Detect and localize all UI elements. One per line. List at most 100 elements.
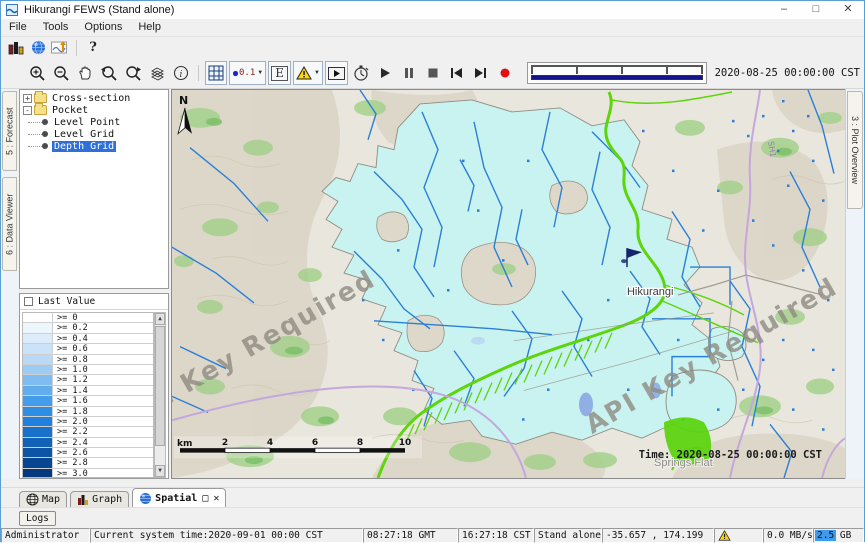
legend-row: >= 2.2 [23, 427, 153, 437]
skip-to-end-icon[interactable] [470, 61, 492, 85]
minimize-icon[interactable]: – [768, 1, 800, 19]
legend-row: >= 0.6 [23, 344, 153, 354]
main-toolbar: ? [1, 37, 864, 58]
status-warning-cell[interactable] [714, 528, 763, 543]
legend-row: >= 2.4 [23, 438, 153, 448]
pan-hand-icon[interactable] [74, 61, 96, 85]
svg-text:6: 6 [312, 438, 318, 448]
threshold-dropdown[interactable]: 0.1▼ [229, 61, 266, 85]
collapse-icon[interactable]: - [23, 106, 32, 115]
status-transfer-rate: 0.0 MB/s [763, 528, 813, 543]
svg-text:4: 4 [267, 438, 273, 448]
logs-button[interactable]: Logs [19, 511, 56, 526]
close-icon[interactable]: ✕ [832, 1, 864, 19]
globe-icon[interactable] [27, 38, 49, 57]
chevron-down-icon: ▼ [257, 70, 263, 76]
chevron-down-icon: ▼ [314, 70, 320, 76]
tab-forecast[interactable]: 5 : Forecast [2, 91, 17, 171]
expand-icon[interactable]: + [23, 94, 32, 103]
zoom-in-icon[interactable] [26, 61, 48, 85]
current-time-display: 2020-08-25 00:00:00 CST [713, 67, 864, 79]
tab-data-viewer[interactable]: 6 : Data Viewer [2, 177, 17, 271]
color-swatch [23, 355, 53, 364]
status-mode: Stand alone [534, 528, 602, 543]
window-title: Hikurangi FEWS (Stand alone) [24, 4, 174, 16]
tree-item-depth-grid[interactable]: Depth Grid [20, 140, 168, 152]
svg-text:2: 2 [222, 438, 228, 448]
pause-icon[interactable] [398, 61, 420, 85]
town-label: Hikurangi [627, 286, 673, 298]
tab-graph[interactable]: Graph [70, 491, 129, 507]
tab-plot-overview[interactable]: 3 : Plot Overview [847, 91, 863, 209]
color-swatch [23, 313, 53, 322]
legend-scrollbar[interactable]: ▲ ▼ [154, 312, 166, 478]
legend-row: >= 2.6 [23, 448, 153, 458]
menu-tools[interactable]: Tools [35, 19, 77, 36]
scroll-up-icon[interactable]: ▲ [155, 313, 165, 325]
scrollbar-thumb[interactable] [155, 326, 165, 446]
warning-icon [718, 530, 731, 541]
status-gmt-time: 08:27:18 GMT [363, 528, 458, 543]
legend-row: >= 2.0 [23, 417, 153, 427]
color-swatch [23, 427, 53, 436]
legend-toggle-button[interactable]: E [268, 61, 291, 85]
legend-header: Last Value [20, 294, 168, 310]
close-tab-icon[interactable]: ✕ [213, 493, 219, 504]
scroll-down-icon[interactable]: ▼ [155, 465, 165, 477]
warning-dropdown[interactable]: ▼ [293, 61, 323, 85]
tree-item-level-point[interactable]: Level Point [20, 116, 168, 128]
svg-text:8: 8 [357, 438, 363, 448]
svg-text:km: km [177, 439, 192, 449]
last-value-checkbox[interactable] [24, 297, 33, 306]
status-user: Administrator [1, 528, 90, 543]
record-icon[interactable] [494, 61, 516, 85]
layers-icon[interactable] [146, 61, 168, 85]
timeseries-icon[interactable] [49, 38, 71, 57]
tree-item-pocket[interactable]: - Pocket [20, 104, 168, 116]
tab-map[interactable]: Map [19, 491, 67, 507]
layer-tree: + Cross-section - Pocket Level Point [19, 89, 169, 289]
info-icon[interactable]: i [170, 61, 192, 85]
undock-icon[interactable]: □ [202, 493, 208, 504]
app-icon [6, 4, 18, 16]
timeline-slider[interactable] [527, 62, 707, 84]
folder-icon [34, 105, 47, 115]
menu-file[interactable]: File [1, 19, 35, 36]
maximize-icon[interactable]: □ [800, 1, 832, 19]
color-swatch [23, 365, 53, 374]
left-tab-strip: 5 : Forecast 6 : Data Viewer [1, 89, 18, 479]
tree-item-level-grid[interactable]: Level Grid [20, 128, 168, 140]
legend-row: >= 2.8 [23, 458, 153, 468]
color-swatch [23, 469, 53, 478]
skip-to-start-icon[interactable] [446, 61, 468, 85]
menu-help[interactable]: Help [130, 19, 169, 36]
color-swatch [23, 386, 53, 395]
grid-display-icon[interactable] [205, 61, 227, 85]
legend-panel: Last Value >= 0 >= 0.2 >= 0.4 >= 0.6 >= … [19, 293, 169, 479]
title-bar: Hikurangi FEWS (Stand alone) – □ ✕ [1, 1, 864, 19]
legend-class-list: >= 0 >= 0.2 >= 0.4 >= 0.6 >= 0.8 >= 1.0 … [22, 312, 154, 478]
map-viewport[interactable]: SH1 API Key Required API Key Required Hi… [171, 89, 846, 479]
status-system-time: Current system time:2020-09-01 00:00 CST [90, 528, 363, 543]
animation-player-icon[interactable] [325, 61, 348, 85]
right-tab-strip: 3 : Plot Overview [845, 89, 864, 479]
play-icon[interactable] [374, 61, 396, 85]
set-time-icon[interactable] [350, 61, 372, 85]
legend-row: >= 0.8 [23, 355, 153, 365]
zoom-previous-icon[interactable] [98, 61, 120, 85]
node-dot-icon [42, 119, 48, 125]
zoom-out-icon[interactable] [50, 61, 72, 85]
menu-options[interactable]: Options [76, 19, 130, 36]
help-icon[interactable]: ? [82, 38, 104, 57]
tab-spatial[interactable]: Spatial □ ✕ [132, 488, 226, 507]
database-icon[interactable] [5, 38, 27, 57]
stop-icon[interactable] [422, 61, 444, 85]
zoom-next-icon[interactable] [122, 61, 144, 85]
color-swatch [23, 438, 53, 447]
map-toolbar: i 0.1▼ E ▼ 2020-08-25 00:00:00 CST [1, 58, 864, 89]
color-swatch [23, 407, 53, 416]
scale-bar: km 2 4 6 8 10 [174, 436, 422, 458]
color-swatch [23, 417, 53, 426]
map-time-label: Time: 2020-08-25 00:00:00 CST [639, 449, 822, 461]
svg-text:10: 10 [399, 438, 412, 448]
